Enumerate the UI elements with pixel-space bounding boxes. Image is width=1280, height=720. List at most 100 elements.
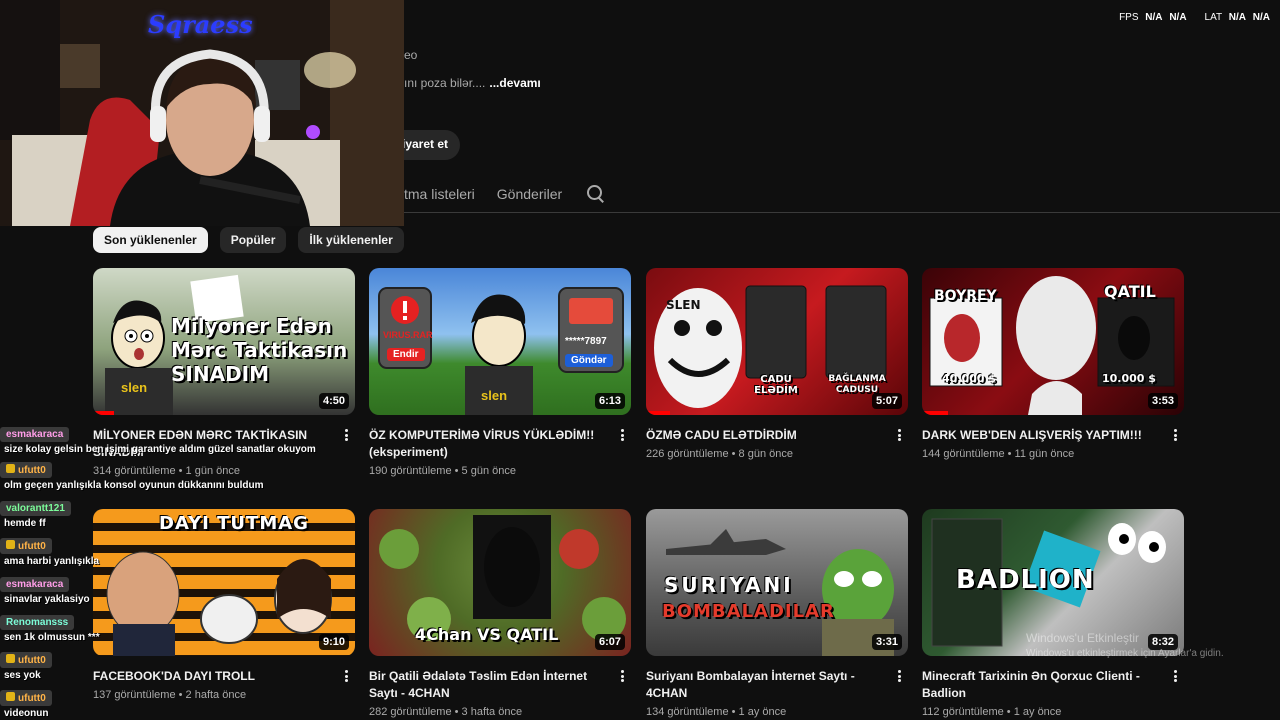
tab-playlists[interactable]: tma listeleri bbox=[404, 186, 475, 202]
chat-message: ufutt0 videonun bbox=[0, 688, 52, 719]
more-options-icon[interactable] bbox=[894, 668, 904, 684]
video-card[interactable]: SURIYANI BOMBALADILAR 3:31 Suriyanı Bomb… bbox=[646, 509, 908, 718]
video-stats: 134 görüntüleme • 1 ay önce bbox=[646, 706, 787, 718]
chip-latest[interactable]: Son yüklenenler bbox=[93, 227, 208, 253]
video-meta: FACEBOOK'DA DAYI TROLL 137 görüntüleme •… bbox=[93, 668, 355, 701]
duration-badge: 6:07 bbox=[594, 634, 625, 650]
duration-badge: 3:31 bbox=[871, 634, 902, 650]
chat-text: ama harbi yanlışıkla bbox=[4, 556, 100, 567]
video-title[interactable]: DARK WEB'DEN ALIŞVERİŞ YAPTIM!!! bbox=[922, 427, 1156, 444]
chip-popular[interactable]: Popüler bbox=[219, 227, 287, 253]
chat-username: ufutt0 bbox=[0, 538, 52, 554]
video-title[interactable]: ÖZMƏ CADU ELƏTDİRDİM bbox=[646, 427, 880, 444]
watch-progress bbox=[646, 411, 670, 415]
sort-chips: Son yüklenenler Popüler İlk yüklenenler bbox=[93, 227, 404, 253]
chat-username: ufutt0 bbox=[0, 690, 52, 706]
crown-icon bbox=[6, 464, 15, 473]
channel-tabs: tma listeleri Gönderiler bbox=[404, 184, 606, 204]
perf-overlay: FPS N/A N/A LAT N/A N/A bbox=[1119, 12, 1270, 23]
video-thumbnail[interactable]: SURIYANI BOMBALADILAR 3:31 bbox=[646, 509, 908, 656]
video-stats: 137 görüntüleme • 2 hafta önce bbox=[93, 689, 247, 701]
channel-subtitle: eo bbox=[404, 48, 418, 62]
chat-message: esmakaraca sinavlar yaklasiyo bbox=[0, 574, 90, 605]
video-title[interactable]: Minecraft Tarixinin Ən Qorxuc Clienti - … bbox=[922, 668, 1156, 702]
chat-text: hemde ff bbox=[4, 518, 46, 529]
video-meta: ÖZMƏ CADU ELƏTDİRDİM 226 görüntüleme • 8… bbox=[646, 427, 908, 460]
windows-activation-watermark: Windows'u Etkinleştir Windows'u etkinleş… bbox=[1026, 631, 1224, 659]
video-thumbnail[interactable]: 4Chan VS QATIL 6:07 bbox=[369, 509, 631, 656]
video-meta: DARK WEB'DEN ALIŞVERİŞ YAPTIM!!! 144 gör… bbox=[922, 427, 1184, 460]
video-meta: Minecraft Tarixinin Ən Qorxuc Clienti - … bbox=[922, 668, 1184, 718]
video-stats: 144 görüntüleme • 11 gün önce bbox=[922, 448, 1075, 460]
video-thumbnail[interactable]: VIRUS.RAR Endir *****7897 Göndər slen 6:… bbox=[369, 268, 631, 415]
chat-username: ufutt0 bbox=[0, 652, 52, 668]
video-meta: ÖZ KOMPUTERİMƏ VİRUS YÜKLƏDİM!! (eksperi… bbox=[369, 427, 631, 477]
video-card[interactable]: BADLION 8:32 Minecraft Tarixinin Ən Qorx… bbox=[922, 509, 1184, 718]
tab-posts[interactable]: Gönderiler bbox=[497, 186, 562, 202]
video-title[interactable]: FACEBOOK'DA DAYI TROLL bbox=[93, 668, 327, 685]
duration-badge: 4:50 bbox=[318, 393, 349, 409]
duration-badge: 9:10 bbox=[318, 634, 349, 650]
chip-oldest[interactable]: İlk yüklenenler bbox=[298, 227, 404, 253]
video-title[interactable]: Bir Qatili Ədalətə Təslim Edən İnternet … bbox=[369, 668, 603, 702]
video-stats: 282 görüntüleme • 3 hafta önce bbox=[369, 706, 523, 718]
chat-message: valorantt121 hemde ff bbox=[0, 498, 71, 529]
stream-logo: Sqraess bbox=[148, 10, 253, 39]
webcam-overlay: Sqraess bbox=[0, 0, 404, 226]
more-options-icon[interactable] bbox=[894, 427, 904, 443]
more-options-icon[interactable] bbox=[617, 427, 627, 443]
download-button: Endir bbox=[387, 348, 425, 361]
more-options-icon[interactable] bbox=[617, 668, 627, 684]
chat-message: ufutt0 olm geçen yanlışıkla konsol oyunu… bbox=[0, 460, 264, 491]
video-card[interactable]: SLEN CADU ELƏDİM BAĞLANMA CADUSU 5:07 ÖZ… bbox=[646, 268, 908, 460]
video-card[interactable]: BOYREY QATIL 40.000 $ 10.000 $ 3:53 DARK… bbox=[922, 268, 1184, 460]
duration-badge: 5:07 bbox=[871, 393, 902, 409]
chat-message: esmakaraca size kolay gelsin ben işimi g… bbox=[0, 424, 316, 455]
video-card[interactable]: DAYI TUTMAG 9:10 FACEBOOK'DA DAYI TROLL … bbox=[93, 509, 355, 701]
send-button: Göndər bbox=[565, 354, 613, 367]
watch-progress bbox=[922, 411, 949, 415]
crown-icon bbox=[6, 540, 15, 549]
video-thumbnail[interactable]: SLEN CADU ELƏDİM BAĞLANMA CADUSU 5:07 bbox=[646, 268, 908, 415]
video-title[interactable]: Suriyanı Bombalayan İnternet Saytı - 4CH… bbox=[646, 668, 880, 702]
chat-username: valorantt121 bbox=[0, 501, 71, 516]
chat-text: size kolay gelsin ben işimi garantiye al… bbox=[4, 444, 316, 455]
chat-message: ufutt0 ama harbi yanlışıkla bbox=[0, 536, 99, 567]
fps-readout: FPS N/A N/A bbox=[1119, 12, 1187, 23]
video-card[interactable]: VIRUS.RAR Endir *****7897 Göndər slen 6:… bbox=[369, 268, 631, 477]
chat-username: esmakaraca bbox=[0, 577, 70, 592]
chat-message: Renomansss sen 1k olmussun *** bbox=[0, 612, 100, 643]
chat-message: ufutt0 ses yok bbox=[0, 650, 52, 681]
chat-username: esmakaraca bbox=[0, 427, 70, 442]
more-options-icon[interactable] bbox=[341, 668, 351, 684]
crown-icon bbox=[6, 692, 15, 701]
video-stats: 190 görüntüleme • 5 gün önce bbox=[369, 465, 516, 477]
video-thumbnail[interactable]: slen Milyoner Edən Mərc Taktikasın SINAD… bbox=[93, 268, 355, 415]
chat-text: videonun bbox=[4, 708, 49, 719]
more-options-icon[interactable] bbox=[1170, 668, 1180, 684]
search-icon[interactable] bbox=[586, 184, 606, 204]
video-stats: 112 görüntüleme • 1 ay önce bbox=[922, 706, 1062, 718]
video-title[interactable]: ÖZ KOMPUTERİMƏ VİRUS YÜKLƏDİM!! (eksperi… bbox=[369, 427, 603, 461]
duration-badge: 6:13 bbox=[594, 393, 625, 409]
video-meta: Suriyanı Bombalayan İnternet Saytı - 4CH… bbox=[646, 668, 908, 718]
latency-readout: LAT N/A N/A bbox=[1204, 12, 1270, 23]
more-link[interactable]: ...devamı bbox=[489, 76, 540, 90]
crown-icon bbox=[6, 654, 15, 663]
video-card[interactable]: 4Chan VS QATIL 6:07 Bir Qatili Ədalətə T… bbox=[369, 509, 631, 718]
channel-description: ını poza bilər.... ...devamı bbox=[404, 76, 541, 90]
chat-text: sen 1k olmussun *** bbox=[4, 632, 100, 643]
video-thumbnail[interactable]: BOYREY QATIL 40.000 $ 10.000 $ 3:53 bbox=[922, 268, 1184, 415]
duration-badge: 3:53 bbox=[1147, 393, 1178, 409]
chat-text: olm geçen yanlışıkla konsol oyunun dükka… bbox=[4, 480, 264, 491]
video-thumbnail[interactable]: DAYI TUTMAG 9:10 bbox=[93, 509, 355, 656]
video-stats: 226 görüntüleme • 8 gün önce bbox=[646, 448, 793, 460]
chat-text: ses yok bbox=[4, 670, 41, 681]
more-options-icon[interactable] bbox=[1170, 427, 1180, 443]
chat-text: sinavlar yaklasiyo bbox=[4, 594, 90, 605]
more-options-icon[interactable] bbox=[341, 427, 351, 443]
chat-username: Renomansss bbox=[0, 615, 75, 630]
video-meta: Bir Qatili Ədalətə Təslim Edən İnternet … bbox=[369, 668, 631, 718]
chat-username: ufutt0 bbox=[0, 462, 52, 478]
watch-progress bbox=[93, 411, 114, 415]
